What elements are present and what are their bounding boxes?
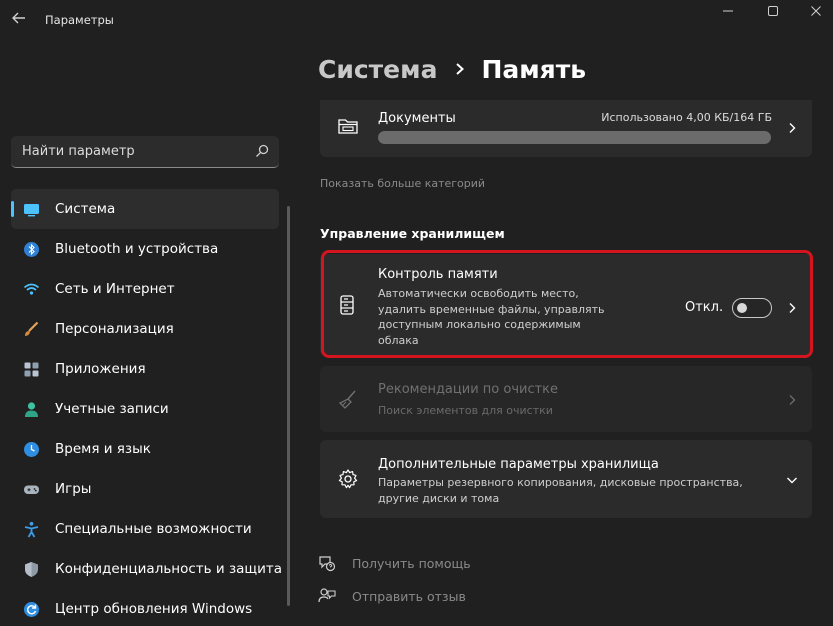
wifi-icon [23, 283, 40, 295]
sidebar-nav: Система Bluetooth и устройства Сеть и Ин… [11, 189, 283, 626]
sidebar-item-accounts[interactable]: Учетные записи [11, 389, 279, 429]
minimize-icon[interactable] [718, 4, 738, 18]
cleanup-title: Рекомендации по очистке [378, 382, 559, 397]
advanced-storage-description: Параметры резервного копирования, дисков… [378, 476, 743, 505]
chevron-right-icon [456, 63, 465, 75]
breadcrumb: Система Память [318, 55, 586, 84]
apps-icon [24, 362, 39, 377]
sidebar-item-label: Система [55, 201, 116, 217]
sidebar-item-label: Игры [55, 481, 92, 497]
brush-icon [25, 321, 39, 336]
cleanup-recommendations-card[interactable]: Рекомендации по очистке Поиск элементов … [320, 366, 812, 432]
documents-card[interactable]: Документы Использовано 4,00 КБ/164 ГБ [320, 100, 812, 157]
sidebar-item-bluetooth[interactable]: Bluetooth и устройства [11, 229, 279, 269]
documents-usage: Использовано 4,00 КБ/164 ГБ [601, 111, 772, 124]
storage-sense-description: Автоматически освободить место, удалить … [378, 287, 605, 347]
toggle-knob [737, 303, 747, 313]
search-icon [256, 144, 269, 157]
chevron-right-icon [789, 123, 796, 133]
sidebar-item-accessibility[interactable]: Специальные возможности [11, 509, 279, 549]
sidebar-item-label: Время и язык [55, 441, 151, 457]
bluetooth-icon [24, 242, 39, 257]
chevron-right-icon [789, 395, 796, 405]
sidebar-item-windows-update[interactable]: Центр обновления Windows [11, 589, 279, 626]
sidebar-item-system[interactable]: Система [11, 189, 279, 229]
window-title: Параметры [45, 13, 114, 27]
documents-title: Документы [378, 111, 456, 126]
folder-icon [338, 119, 358, 134]
get-help-label: Получить помощь [352, 556, 471, 571]
storage-drive-icon [340, 295, 354, 315]
broom-icon [338, 390, 356, 409]
gear-icon [338, 469, 358, 489]
sidebar-item-apps[interactable]: Приложения [11, 349, 279, 389]
back-arrow-icon[interactable] [10, 9, 28, 27]
sidebar-item-personalization[interactable]: Персонализация [11, 309, 279, 349]
update-icon [24, 602, 39, 617]
sidebar-item-label: Центр обновления Windows [55, 601, 253, 617]
storage-management-heading: Управление хранилищем [320, 226, 505, 241]
sidebar-item-label: Сеть и Интернет [55, 281, 175, 297]
maximize-icon[interactable] [763, 4, 783, 18]
sidebar-item-label: Специальные возможности [55, 521, 252, 537]
sidebar-item-gaming[interactable]: Игры [11, 469, 279, 509]
title-bar: Параметры [0, 0, 833, 40]
send-feedback-label: Отправить отзыв [352, 589, 466, 604]
sidebar-scrollbar[interactable] [287, 206, 290, 606]
page-title: Память [481, 55, 587, 84]
advanced-storage-title: Дополнительные параметры хранилища [378, 457, 659, 472]
sidebar-item-label: Персонализация [55, 321, 174, 337]
advanced-storage-settings-card[interactable]: Дополнительные параметры хранилища Парам… [320, 440, 812, 518]
storage-sense-card[interactable]: Контроль памяти Автоматически освободить… [320, 254, 812, 356]
gamepad-icon [24, 485, 39, 494]
sidebar-item-network[interactable]: Сеть и Интернет [11, 269, 279, 309]
documents-usage-bar [378, 131, 771, 144]
help-icon [319, 556, 336, 572]
chevron-down-icon[interactable] [786, 474, 798, 486]
sidebar-item-privacy[interactable]: Конфиденциальность и защита [11, 549, 283, 589]
show-more-categories-link[interactable]: Показать больше категорий [320, 177, 485, 190]
monitor-icon [24, 204, 39, 217]
shield-icon [25, 562, 38, 577]
search-input[interactable]: Найти параметр [11, 136, 279, 168]
search-placeholder: Найти параметр [22, 144, 135, 159]
storage-sense-title: Контроль памяти [378, 267, 498, 282]
sidebar-item-label: Конфиденциальность и защита [55, 561, 283, 577]
feedback-icon [318, 588, 336, 603]
chevron-right-icon[interactable] [786, 302, 798, 314]
globe-clock-icon [24, 442, 39, 457]
sidebar-item-label: Bluetooth и устройства [55, 241, 219, 257]
close-icon[interactable] [806, 4, 826, 18]
storage-sense-toggle-label: Откл. [685, 300, 724, 315]
storage-sense-toggle[interactable] [732, 298, 772, 318]
sidebar-item-label: Учетные записи [55, 401, 169, 417]
cleanup-description: Поиск элементов для очистки [378, 404, 553, 417]
accessibility-icon [24, 521, 39, 538]
sidebar-item-label: Приложения [55, 361, 146, 377]
breadcrumb-parent[interactable]: Система [318, 55, 437, 84]
person-icon [25, 402, 38, 417]
sidebar-item-time-language[interactable]: Время и язык [11, 429, 279, 469]
